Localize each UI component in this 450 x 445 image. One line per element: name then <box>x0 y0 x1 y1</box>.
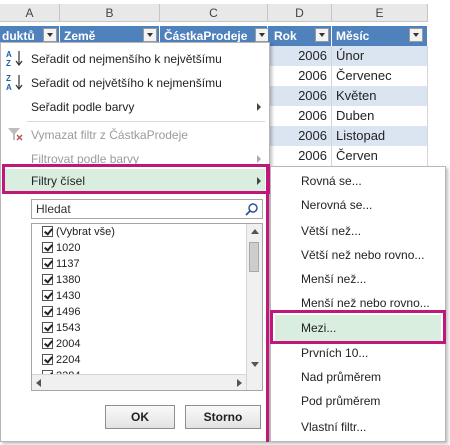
list-item[interactable]: (Vybrat vše) <box>42 224 115 240</box>
submenu-item-above-average[interactable]: Nad průměrem <box>301 367 381 387</box>
checkbox[interactable] <box>42 290 53 301</box>
list-item[interactable]: 1380 <box>42 272 81 288</box>
submenu-item-less-than[interactable]: Menší než... <box>301 269 366 289</box>
svg-text:A: A <box>6 50 12 59</box>
table-header-month: Měsíc <box>332 26 428 46</box>
clear-filter-item[interactable]: Vymazat filtr z ČástkaProdeje <box>31 125 188 145</box>
scroll-down-arrow-icon[interactable] <box>251 362 259 367</box>
values-list[interactable]: (Vybrat vše) 1020 1137 1380 1430 1496 15… <box>31 223 263 391</box>
list-item[interactable]: 1137 <box>42 256 80 272</box>
checkbox[interactable] <box>42 258 53 269</box>
column-header-d[interactable]: D <box>268 4 332 22</box>
checkbox[interactable] <box>42 226 53 237</box>
table-cell-month[interactable]: Červenec <box>332 66 428 86</box>
callout-submenu-connector <box>266 164 272 442</box>
menu-separator <box>27 121 265 122</box>
table-cell-year[interactable]: 2006 <box>268 46 332 66</box>
submenu-item-greater-or-equal[interactable]: Větší než nebo rovno... <box>301 245 424 265</box>
scroll-left-arrow-icon[interactable] <box>36 379 41 387</box>
list-item-label: 1137 <box>56 258 80 270</box>
filter-dropdown-menu: A Z Seřadit od nejmenšího k největšímu Z… <box>0 42 270 442</box>
table-cell-month[interactable]: Květen <box>332 86 428 106</box>
filter-dropdown-icon[interactable] <box>143 28 157 42</box>
column-header-c[interactable]: C <box>160 4 268 22</box>
table-header-year-label: Rok <box>274 29 297 43</box>
number-filters-submenu: Rovná se... Nerovná se... Větší než... V… <box>270 166 446 442</box>
list-item[interactable]: 1020 <box>42 240 81 256</box>
submenu-item-top-10[interactable]: Prvních 10... <box>301 343 368 363</box>
submenu-item-below-average[interactable]: Pod průměrem <box>301 391 380 411</box>
table-header-year: Rok <box>268 26 332 46</box>
submenu-item-custom-filter[interactable]: Vlastní filtr... <box>301 417 366 437</box>
ok-button[interactable]: OK <box>105 405 175 429</box>
scroll-thumb[interactable] <box>249 242 259 272</box>
search-icon <box>245 203 258 216</box>
vertical-scrollbar[interactable] <box>246 224 262 390</box>
submenu-arrow-icon <box>257 155 261 163</box>
scroll-up-arrow-icon[interactable] <box>251 229 259 234</box>
list-item-label: 1020 <box>56 242 81 254</box>
sort-descending-icon: Z A <box>6 74 23 91</box>
checkbox[interactable] <box>42 306 53 317</box>
filter-dropdown-icon[interactable] <box>255 28 269 42</box>
list-item[interactable]: 1430 <box>42 288 81 304</box>
table-cell-month[interactable]: Listopad <box>332 126 428 146</box>
list-item-label: 1380 <box>56 274 81 286</box>
submenu-item-not-equals[interactable]: Nerovná se... <box>301 195 372 215</box>
list-item[interactable]: 1496 <box>42 304 81 320</box>
table-cell-month[interactable]: Červen <box>332 146 428 166</box>
filter-dropdown-icon[interactable] <box>315 28 329 42</box>
list-item-label: 1496 <box>56 306 81 318</box>
submenu-arrow-icon <box>257 103 261 111</box>
list-item-label: 1543 <box>56 322 81 334</box>
sort-by-color-item[interactable]: Seřadit podle barvy <box>31 97 134 117</box>
table-cell-year[interactable]: 2006 <box>268 146 332 166</box>
table-cell-year[interactable]: 2006 <box>268 106 332 126</box>
table-cell-year[interactable]: 2006 <box>268 66 332 86</box>
list-item-label: (Vybrat vše) <box>56 226 115 238</box>
list-item[interactable]: 2004 <box>42 336 81 352</box>
list-item[interactable]: 1543 <box>42 320 81 336</box>
table-header-month-label: Měsíc <box>336 29 370 43</box>
search-placeholder: Hledat <box>36 202 71 216</box>
table-cell-month[interactable]: Duben <box>332 106 428 126</box>
table-header-products-label: duktů <box>2 29 35 43</box>
table-cell-month[interactable]: Únor <box>332 46 428 66</box>
clear-filter-icon <box>8 128 23 141</box>
sort-ascending-icon: A Z <box>6 50 23 67</box>
svg-text:Z: Z <box>6 74 11 83</box>
list-item-label: 2004 <box>56 338 81 350</box>
table-header-amount-label: ČástkaProdeje <box>164 29 248 43</box>
checkbox[interactable] <box>42 338 53 349</box>
cancel-button[interactable]: Storno <box>185 405 261 429</box>
column-header-b[interactable]: B <box>60 4 160 22</box>
column-header-e[interactable]: E <box>332 4 428 22</box>
list-item[interactable]: 2204 <box>42 352 81 368</box>
column-header-a[interactable]: A <box>0 4 60 22</box>
filter-dropdown-icon[interactable] <box>43 28 57 42</box>
callout-number-filters <box>2 164 270 194</box>
checkbox[interactable] <box>42 274 53 285</box>
sort-ascending-item[interactable]: Seřadit od nejmenšího k největšímu <box>31 49 222 69</box>
table-cell-year[interactable]: 2006 <box>268 86 332 106</box>
checkbox[interactable] <box>42 242 53 253</box>
svg-text:A: A <box>6 83 12 91</box>
scroll-right-arrow-icon[interactable] <box>237 379 242 387</box>
table-header-country-label: Země <box>64 29 96 43</box>
filter-dropdown-icon[interactable] <box>409 28 423 42</box>
checkbox[interactable] <box>42 354 53 365</box>
list-item-label: 1430 <box>56 290 81 302</box>
table-cell-year[interactable]: 2006 <box>268 126 332 146</box>
callout-between <box>270 310 446 344</box>
horizontal-scrollbar[interactable] <box>32 374 246 390</box>
svg-text:Z: Z <box>6 59 11 67</box>
submenu-item-equals[interactable]: Rovná se... <box>301 171 362 191</box>
list-item-label: 2204 <box>56 354 81 366</box>
sort-descending-item[interactable]: Seřadit od největšího k nejmenšímu <box>31 73 222 93</box>
checkbox[interactable] <box>42 322 53 333</box>
search-input[interactable]: Hledat <box>31 199 263 219</box>
submenu-item-greater-than[interactable]: Větší než... <box>301 221 361 241</box>
